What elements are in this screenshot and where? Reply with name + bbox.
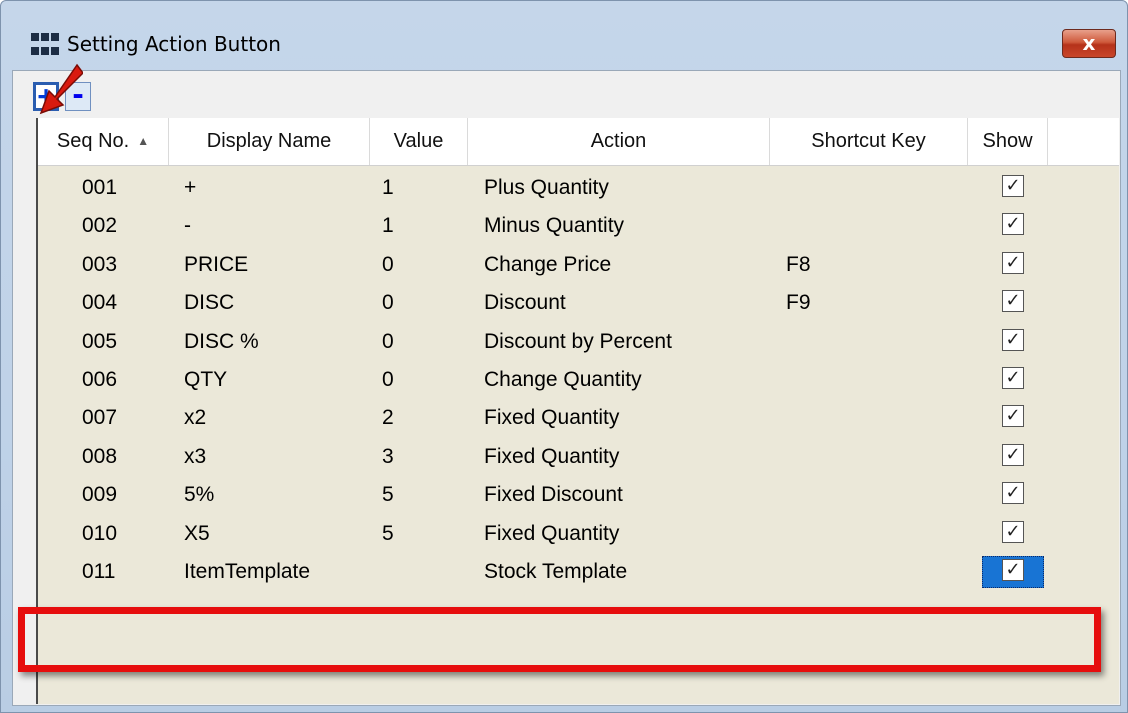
table-row[interactable]: 003 PRICE 0 Change Price F8 ✓ xyxy=(38,246,1119,284)
table-row[interactable]: 001 +1 Plus Quantity ✓ xyxy=(38,169,1119,207)
cell-seq: 011 xyxy=(82,560,116,583)
show-checkbox[interactable]: ✓ xyxy=(1002,328,1024,351)
cell-name: PRICE xyxy=(184,252,249,276)
cell-shortcut: F8 xyxy=(786,252,811,276)
cell-action: Change Price xyxy=(484,252,612,276)
show-checkbox[interactable]: ✓ xyxy=(1002,290,1024,313)
sort-ascending-icon: ▲ xyxy=(137,134,150,148)
table-row[interactable]: 005 DISC % 0 Discount by Percent ✓ xyxy=(38,323,1119,361)
window-title: Setting Action Button xyxy=(67,32,281,56)
column-header-display-name[interactable]: Display Name xyxy=(169,118,370,165)
cell-value: 0 xyxy=(382,368,394,391)
show-checkbox[interactable]: ✓ xyxy=(1002,482,1024,505)
table-row[interactable]: 009 5% 5 Fixed Discount ✓ xyxy=(38,476,1119,514)
cell-action: Stock Template xyxy=(484,560,628,583)
cell-action: Fixed Quantity xyxy=(484,406,620,430)
red-pointer-arrow-icon xyxy=(39,63,83,115)
cell-value: 2 xyxy=(382,406,394,430)
show-checkbox[interactable]: ✓ xyxy=(1002,367,1024,389)
table-row[interactable]: 008 x3 3 Fixed Quantity ✓ xyxy=(38,438,1119,476)
show-checkbox[interactable]: ✓ xyxy=(1002,405,1024,428)
cell-shortcut: F9 xyxy=(786,291,811,315)
table-row[interactable]: 004 DISC 0 Discount F9 ✓ xyxy=(38,284,1119,322)
cell-name: X5 xyxy=(184,521,210,545)
cell-action: Fixed Discount xyxy=(484,483,623,507)
cell-action: Minus Quantity xyxy=(484,214,625,238)
column-header-shortcut-key[interactable]: Shortcut Key xyxy=(770,118,968,165)
column-header-action[interactable]: Action xyxy=(468,118,770,165)
dialog-client-area: + - Seq No. ▲ Display Name Value Action S… xyxy=(12,63,1121,706)
cell-name: QTY xyxy=(184,368,228,391)
cell-seq: 009 xyxy=(82,483,118,507)
cell-action: Plus Quantity xyxy=(484,176,609,199)
grid-header: Seq No. ▲ Display Name Value Action Short… xyxy=(38,118,1119,166)
cell-value: 0 xyxy=(382,291,394,315)
cell-seq: 006 xyxy=(82,368,118,391)
cell-seq: 004 xyxy=(82,291,118,315)
cell-name: + xyxy=(184,176,197,199)
cell-value: 5 xyxy=(382,521,394,545)
setting-action-button-window: Setting Action Button x + - Seq No. ▲ Dis… xyxy=(0,0,1128,713)
show-checkbox[interactable]: ✓ xyxy=(1002,443,1024,466)
cell-action: Change Quantity xyxy=(484,368,642,391)
cell-seq: 001 xyxy=(82,176,118,199)
cell-name: - xyxy=(184,214,191,238)
cell-name: x2 xyxy=(184,406,207,430)
cell-value: 3 xyxy=(382,444,394,468)
cell-value: 1 xyxy=(382,176,394,199)
column-header-seq-no[interactable]: Seq No. ▲ xyxy=(38,118,169,165)
cell-action: Discount xyxy=(484,291,566,315)
red-highlight-box xyxy=(18,607,1101,672)
cell-seq: 008 xyxy=(82,444,118,468)
cell-value: 0 xyxy=(382,329,394,353)
cell-name: 5% xyxy=(184,483,215,507)
cell-name: DISC xyxy=(184,291,235,315)
cell-action: Fixed Quantity xyxy=(484,521,620,545)
grid-app-icon xyxy=(31,33,59,59)
table-row[interactable]: 011 ItemTemplate Stock Template ✓ xyxy=(38,553,1119,591)
show-checkbox[interactable]: ✓ xyxy=(1002,520,1024,543)
cell-seq: 002 xyxy=(82,214,118,238)
cell-action: Discount by Percent xyxy=(484,329,672,353)
cell-seq: 005 xyxy=(82,329,118,353)
show-checkbox[interactable]: ✓ xyxy=(1002,175,1024,197)
column-header-show[interactable]: Show xyxy=(968,118,1048,165)
column-header-value[interactable]: Value xyxy=(370,118,468,165)
cell-name: ItemTemplate xyxy=(184,560,311,583)
table-row[interactable]: 007 x2 2 Fixed Quantity ✓ xyxy=(38,399,1119,437)
cell-value: 1 xyxy=(382,214,394,238)
table-row[interactable]: 006 QTY 0 Change Quantity ✓ xyxy=(38,361,1119,399)
cell-action: Fixed Quantity xyxy=(484,444,620,468)
cell-seq: 010 xyxy=(82,521,118,545)
cell-value: 0 xyxy=(382,252,394,276)
cell-seq: 007 xyxy=(82,406,118,430)
table-row[interactable]: 010 X5 5 Fixed Quantity ✓ xyxy=(38,515,1119,553)
cell-seq: 003 xyxy=(82,252,118,276)
cell-name: DISC % xyxy=(184,329,259,353)
show-checkbox[interactable]: ✓ xyxy=(1002,251,1024,274)
show-checkbox[interactable]: ✓ xyxy=(1002,213,1024,236)
cell-value: 5 xyxy=(382,483,394,507)
cell-name: x3 xyxy=(184,444,207,468)
toolbar: + - xyxy=(13,63,1120,116)
close-button[interactable]: x xyxy=(1062,29,1116,58)
table-row[interactable]: 002 - 1 Minus Quantity ✓ xyxy=(38,207,1119,245)
show-checkbox[interactable]: ✓ xyxy=(1002,559,1024,581)
